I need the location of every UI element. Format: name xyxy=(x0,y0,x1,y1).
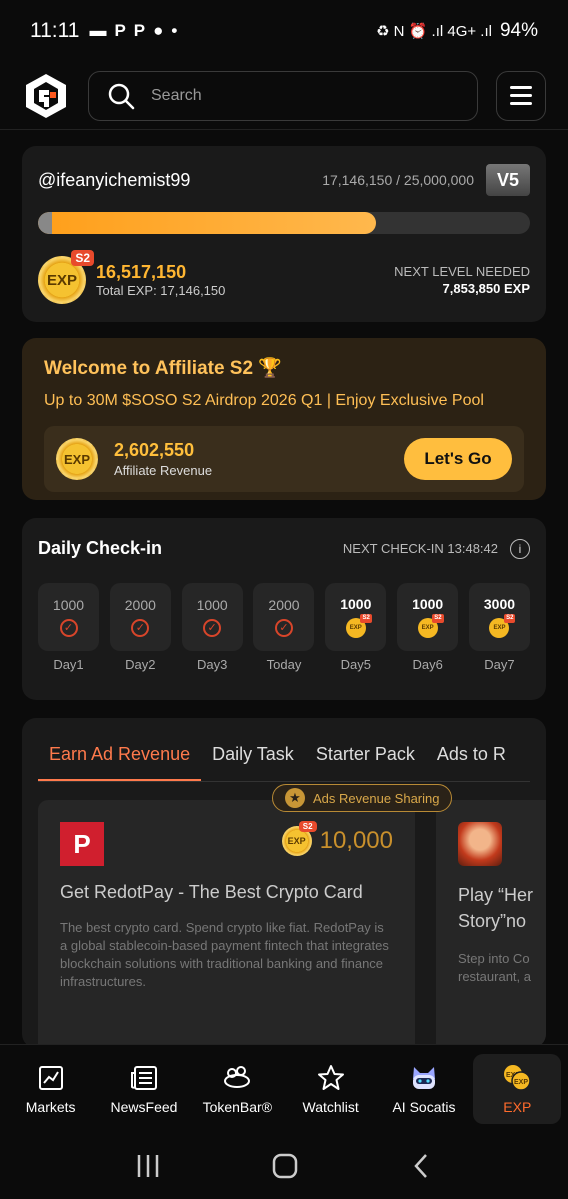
checkin-day[interactable]: 1000 EXP S2 Day5 xyxy=(325,583,387,672)
checked-icon: ✓ xyxy=(203,619,222,637)
affiliate-title: Welcome to Affiliate S2 🏆 xyxy=(44,358,282,379)
nav-tokenbar[interactable]: TokenBar® xyxy=(193,1054,281,1124)
app-header: Search xyxy=(0,62,568,130)
newspaper-icon xyxy=(130,1065,157,1090)
affiliate-revenue-value: 2,602,550 xyxy=(114,440,195,460)
next-level-label: NEXT LEVEL NEEDED xyxy=(394,264,530,279)
sosovalue-logo-icon[interactable] xyxy=(22,72,70,120)
earn-section: Earn Ad Revenue Daily Task Starter Pack … xyxy=(22,718,546,1048)
nav-newsfeed[interactable]: NewsFeed xyxy=(100,1054,188,1124)
ad-reward-value: 10,000 xyxy=(319,827,393,854)
info-icon[interactable]: i xyxy=(510,538,530,559)
ad-reward: EXP S2 10,000 xyxy=(281,821,393,856)
status-time: 11:11 xyxy=(30,19,80,42)
affiliate-revenue-label: Affiliate Revenue xyxy=(114,463,213,478)
total-exp: Total EXP: 17,146,150 xyxy=(96,283,226,298)
redotpay-logo: P xyxy=(60,822,104,866)
message-icon: ▬ xyxy=(89,21,107,40)
season-tag: S2 xyxy=(298,821,317,832)
profile-card: @ifeanyichemist99 17,146,150 / 25,000,00… xyxy=(22,146,546,322)
checkin-days: 1000 ✓ Day1 2000 ✓ Day2 1000 ✓ Day3 2000 ✓ T… xyxy=(38,583,530,672)
nav-watchlist[interactable]: Watchlist xyxy=(287,1054,375,1124)
ad-description: Step into Co restaurant, a xyxy=(458,951,531,984)
tab-starter-pack[interactable]: Starter Pack xyxy=(305,744,426,781)
system-navigation xyxy=(0,1132,568,1199)
robot-icon xyxy=(412,1066,435,1089)
search-placeholder: Search xyxy=(151,86,202,104)
checkin-day-today[interactable]: 2000 ✓ Today xyxy=(253,583,315,672)
tab-earn-ad-revenue[interactable]: Earn Ad Revenue xyxy=(38,744,202,781)
checked-icon: ✓ xyxy=(59,619,78,637)
progress-knob xyxy=(38,212,52,234)
level-badge: V5 xyxy=(486,164,530,196)
exp-coin-icon: EXP S2 xyxy=(281,821,317,856)
nav-ai-socatis[interactable]: AI Socatis xyxy=(380,1054,468,1124)
next-checkin-timer: NEXT CHECK-IN 13:48:42 xyxy=(342,541,498,556)
affiliate-card: Welcome to Affiliate S2 🏆 Up to 30M $SOS… xyxy=(22,338,546,500)
checkin-title: Daily Check-in xyxy=(38,538,163,558)
ad-title: Play “Her Story”no xyxy=(458,885,534,931)
season-tag: S2 xyxy=(71,250,94,266)
checked-icon: ✓ xyxy=(131,619,150,637)
star-icon xyxy=(317,1064,344,1090)
exp-coin-icon: EXP S2 xyxy=(417,614,444,638)
ad-card[interactable]: P EXP S2 10,000 Get RedotPay - The Best … xyxy=(38,800,415,1048)
search-icon xyxy=(108,83,135,109)
nav-exp[interactable]: EXPEXP EXP xyxy=(473,1053,562,1124)
ad-card[interactable]: Play “Her Story”no Step into Co restaura… xyxy=(436,800,546,1048)
menu-button[interactable] xyxy=(496,70,546,121)
search-input[interactable]: Search xyxy=(88,70,478,121)
p-app-icon-2: P xyxy=(133,21,146,40)
p-app-icon: P xyxy=(114,21,126,40)
exp-coins-icon: EXPEXP xyxy=(504,1064,532,1091)
tab-daily-task[interactable]: Daily Task xyxy=(201,744,305,781)
ad-description: The best crypto card. Spend crypto like … xyxy=(60,920,389,989)
affiliate-subtitle: Up to 30M $SOSO S2 Airdrop 2026 Q1 | Enj… xyxy=(44,392,484,409)
exp-coin-icon: EXP xyxy=(56,438,98,480)
hamburger-line xyxy=(510,102,532,105)
game-avatar-image xyxy=(458,822,502,866)
checkin-day[interactable]: 1000 ✓ Day3 xyxy=(181,583,243,672)
daily-checkin-card: Daily Check-in NEXT CHECK-IN 13:48:42 i … xyxy=(22,518,546,700)
chart-icon xyxy=(38,1065,63,1090)
hamburger-line xyxy=(510,86,532,89)
exp-progress-fill xyxy=(38,212,376,234)
system-icons: ♻ N ⏰ .ıl 4G+ .ıl 94% xyxy=(376,20,538,42)
dot-icon: • xyxy=(171,21,178,40)
home-icon[interactable] xyxy=(271,1152,299,1180)
recent-apps-icon[interactable] xyxy=(135,1153,161,1179)
tokenbar-icon xyxy=(224,1065,251,1088)
earn-tabs: Earn Ad Revenue Daily Task Starter Pack … xyxy=(38,718,530,782)
checkin-day[interactable]: 3000 EXP S2 Day7 xyxy=(468,583,530,672)
lets-go-button[interactable]: Let's Go xyxy=(404,438,512,480)
exp-coin-icon: EXP S2 xyxy=(38,250,94,304)
tab-ads-to-r[interactable]: Ads to R xyxy=(426,744,517,781)
exp-coin-icon: EXP S2 xyxy=(345,614,372,638)
app-icon: ● xyxy=(153,21,164,40)
username: @ifeanyichemist99 xyxy=(38,169,191,190)
nav-markets[interactable]: Markets xyxy=(7,1054,95,1124)
svg-text:EXP: EXP xyxy=(514,1079,528,1086)
notification-icons: ▬ P P ● • xyxy=(89,21,177,41)
battery-level: 94% xyxy=(499,20,538,41)
next-level-value: 7,853,850 EXP xyxy=(442,281,530,296)
status-bar: 11:11 ▬ P P ● • ♻ N ⏰ .ıl 4G+ .ıl 94% xyxy=(0,0,568,62)
back-icon[interactable] xyxy=(409,1152,433,1180)
signal-icons: ♻ N ⏰ .ıl 4G+ .ıl xyxy=(376,23,492,40)
exp-progress-text: 17,146,150 / 25,000,000 xyxy=(322,172,474,188)
checked-icon: ✓ xyxy=(274,619,293,637)
checkin-day[interactable]: 1000 ✓ Day1 xyxy=(38,583,99,672)
exp-coin-icon: EXP S2 xyxy=(489,614,516,638)
affiliate-revenue-box: EXP 2,602,550 Affiliate Revenue Let's Go xyxy=(44,426,524,492)
ads-revenue-sharing-badge: ★ Ads Revenue Sharing xyxy=(272,784,453,812)
checkin-day[interactable]: 1000 EXP S2 Day6 xyxy=(397,583,459,672)
star-icon: ★ xyxy=(285,788,305,808)
ad-title: Get RedotPay - The Best Crypto Card xyxy=(60,882,363,902)
bottom-nav: Markets NewsFeed TokenBar® Watchlist AI … xyxy=(0,1044,568,1132)
exp-progress-bar xyxy=(38,212,530,234)
hamburger-line xyxy=(510,94,532,97)
exp-value: 16,517,150 xyxy=(96,262,187,282)
checkin-day[interactable]: 2000 ✓ Day2 xyxy=(109,583,171,672)
